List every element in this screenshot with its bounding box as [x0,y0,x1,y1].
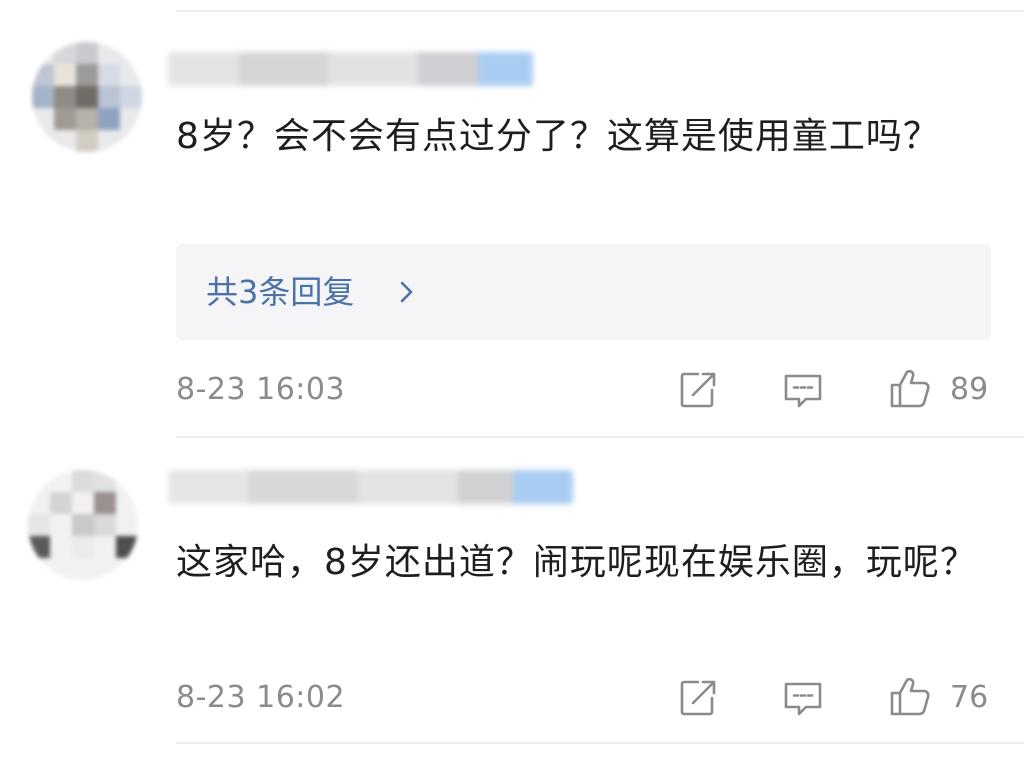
like-count: 76 [950,680,989,715]
divider [176,742,1024,744]
comment-text: 8岁？会不会有点过分了？这算是使用童工吗？ [176,116,940,157]
share-icon[interactable] [676,676,720,720]
share-icon[interactable] [676,368,720,412]
comment-list: 8岁？会不会有点过分了？这算是使用童工吗？ 共3条回复 8-23 16:03 8… [0,0,1024,768]
replies-label: 共3条回复 [206,273,355,311]
timestamp: 8-23 16:03 [176,372,346,407]
comment-text: 这家哈，8岁还出道？闹玩呢现在娱乐圈，玩呢？ [176,542,977,583]
avatar[interactable] [28,470,138,580]
username-blurred[interactable] [168,470,573,504]
comment-icon[interactable] [781,368,825,412]
timestamp: 8-23 16:02 [176,680,346,715]
avatar[interactable] [32,42,142,152]
like-count: 89 [950,372,989,407]
comment-item: 这家哈，8岁还出道？闹玩呢现在娱乐圈，玩呢？ 8-23 16:02 76 [0,436,1024,768]
username-blurred[interactable] [168,52,533,86]
like-icon[interactable] [888,366,932,410]
comment-icon[interactable] [781,676,825,720]
comment-item: 8岁？会不会有点过分了？这算是使用童工吗？ 共3条回复 8-23 16:03 8… [0,0,1024,436]
chevron-right-icon [400,281,413,303]
like-icon[interactable] [888,674,932,718]
replies-link[interactable]: 共3条回复 [176,244,991,340]
